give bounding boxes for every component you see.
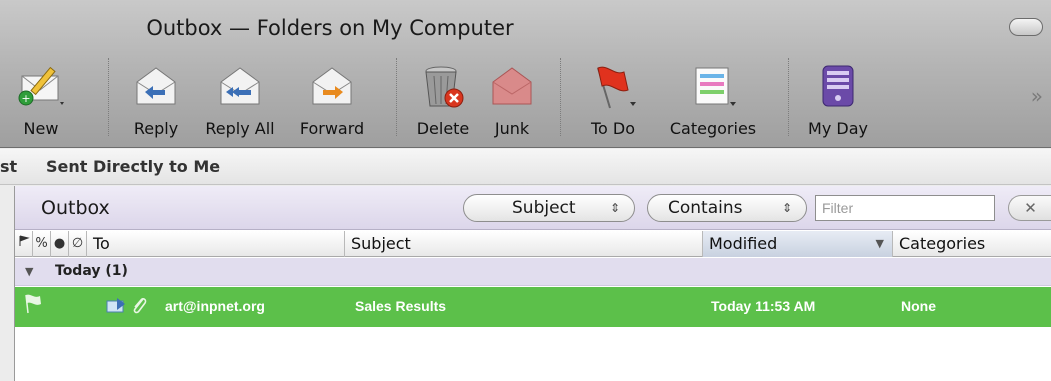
reply-button-label: Reply <box>133 119 179 138</box>
new-message-icon: + <box>18 66 64 106</box>
message-list-pane: Outbox Subject ⇕ Contains ⇕ ✕ % ● ∅ To S… <box>14 186 1051 381</box>
disclosure-triangle-icon[interactable]: ▼ <box>25 265 33 278</box>
message-categories: None <box>901 298 936 314</box>
paperclip-icon: ∅ <box>71 236 84 251</box>
operator-select-value: Contains <box>668 198 743 218</box>
link-icon: % <box>35 236 48 251</box>
reply-button[interactable]: Reply <box>126 62 186 142</box>
clear-x-icon: ✕ <box>1024 199 1037 217</box>
categories-button-label: Categories <box>669 119 757 138</box>
favorites-bar: st Sent Directly to Me <box>0 149 1051 185</box>
junk-button-label: Junk <box>494 119 530 138</box>
subject-column-header[interactable]: Subject <box>345 231 703 257</box>
toolbar-overflow-chevron-icon[interactable]: » <box>1031 84 1043 108</box>
to-do-button-label: To Do <box>590 119 636 138</box>
message-modified: Today 11:53 AM <box>711 298 816 314</box>
new-button[interactable]: + New <box>4 62 78 142</box>
sort-descending-icon: ▼ <box>875 237 884 250</box>
field-select[interactable]: Subject ⇕ <box>463 194 635 222</box>
message-row[interactable]: art@inpnet.org Sales Results Today 11:53… <box>15 287 1051 327</box>
reply-all-icon <box>220 67 260 105</box>
window-title: Outbox — Folders on My Computer <box>146 16 514 40</box>
toolbar-separator <box>108 58 109 136</box>
my-day-icon <box>822 65 854 107</box>
toolbar-separator <box>396 58 397 136</box>
toolbar: Outbox — Folders on My Computer + New Re… <box>0 0 1051 148</box>
svg-text:+: + <box>21 92 30 105</box>
modified-column-header[interactable]: Modified ▼ <box>703 231 893 257</box>
reply-all-button[interactable]: Reply All <box>196 62 284 142</box>
column-header-row: % ● ∅ To Subject Modified ▼ Categories <box>15 231 1051 257</box>
forward-button-label: Forward <box>299 119 365 138</box>
favorites-item-sent-directly[interactable]: Sent Directly to Me <box>46 157 220 176</box>
modified-column-label: Modified <box>709 234 778 253</box>
favorites-item-partial[interactable]: st <box>0 157 17 176</box>
flag-column-header[interactable] <box>15 231 33 257</box>
delete-button-label: Delete <box>416 119 470 138</box>
categories-button[interactable]: Categories <box>660 62 766 142</box>
my-day-button-label: My Day <box>808 119 868 138</box>
clear-filter-button[interactable]: ✕ <box>1008 195 1051 221</box>
group-header-today[interactable]: ▼ Today (1) <box>15 258 1051 286</box>
junk-button[interactable]: Junk <box>484 62 540 142</box>
select-arrows-icon: ⇕ <box>609 201 620 215</box>
reply-all-button-label: Reply All <box>205 119 275 138</box>
junk-mail-icon <box>492 67 532 105</box>
red-flag-icon <box>597 66 636 109</box>
filter-input[interactable] <box>815 195 995 221</box>
new-button-label: New <box>23 119 59 138</box>
categories-column-header[interactable]: Categories <box>893 231 1051 257</box>
forward-button[interactable]: Forward <box>294 62 370 142</box>
attachment-column-header[interactable]: ∅ <box>69 231 87 257</box>
to-column-header[interactable]: To <box>87 231 345 257</box>
message-subject: Sales Results <box>355 298 447 314</box>
status-column-header[interactable]: ● <box>51 231 69 257</box>
message-to: art@inpnet.org <box>165 298 265 314</box>
link-column-header[interactable]: % <box>33 231 51 257</box>
reply-icon <box>136 67 176 105</box>
categories-icon <box>695 67 736 106</box>
status-dot-icon: ● <box>53 236 66 251</box>
flag-icon <box>19 235 30 246</box>
forward-icon <box>312 67 352 105</box>
paperclip-icon <box>133 297 147 314</box>
filter-bar: Outbox Subject ⇕ Contains ⇕ ✕ <box>15 186 1051 230</box>
to-do-button[interactable]: To Do <box>578 62 648 142</box>
delete-button[interactable]: Delete <box>411 62 475 142</box>
field-select-value: Subject <box>512 198 576 218</box>
trash-icon <box>425 66 464 108</box>
toolbar-separator <box>788 58 789 136</box>
folder-title: Outbox <box>41 197 110 219</box>
group-title: Today (1) <box>55 263 128 279</box>
select-arrows-icon: ⇕ <box>781 201 792 215</box>
operator-select[interactable]: Contains ⇕ <box>647 194 807 222</box>
toolbar-toggle-button[interactable] <box>1009 18 1043 36</box>
sending-status-icon <box>106 298 125 313</box>
my-day-button[interactable]: My Day <box>800 62 876 142</box>
toolbar-separator <box>560 58 561 136</box>
flag-icon[interactable] <box>23 293 45 315</box>
